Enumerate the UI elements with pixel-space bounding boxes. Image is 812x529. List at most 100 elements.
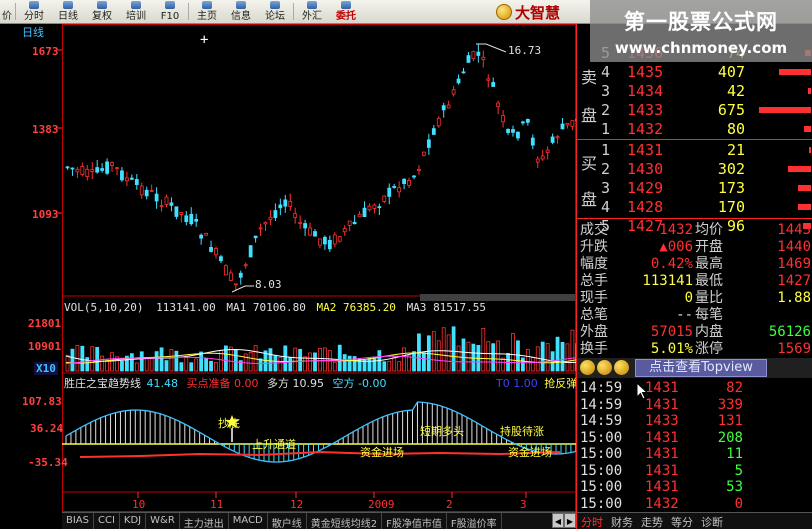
order-volume: 675 [717,101,745,119]
tick-row[interactable]: 15:00 1431 11 [577,446,812,463]
toolbar-button[interactable]: F10 [153,0,187,24]
toolbar-button[interactable]: 日线 [51,0,85,24]
period-label[interactable]: 日线 [22,26,44,39]
indicator-tab[interactable]: MACD [229,513,268,529]
tick-price: 1431 [645,429,679,446]
indicator-tab[interactable]: 黄金短线均线2 [307,513,383,529]
order-book-row[interactable]: 3 1429 173 [577,179,812,198]
x-tick-label: 11 [210,498,224,511]
tick-price: 1431 [645,396,679,413]
volume-bar [540,341,545,372]
order-book-row[interactable]: 3 1434 42 [577,82,812,101]
volume-value: 113141.00 [156,301,216,314]
topview-button[interactable]: 点击查看Topview [635,359,767,377]
order-book-row[interactable]: 2 1430 302 [577,160,812,179]
candle-body [253,235,258,239]
order-price: 1432 [627,120,664,138]
candle-body [65,166,70,169]
volume-bar [436,340,441,372]
order-book-row[interactable]: 1 1432 80 [577,120,812,139]
volume-name: VOL(5,10,20) [64,301,144,314]
tick-row[interactable]: 15:00 1431 5 [577,463,812,480]
candle-body [352,221,357,225]
toolbar-button[interactable]: 论坛 [258,0,292,24]
tab-scroll-left-icon[interactable]: ◀ [552,513,564,528]
tick-row[interactable]: 14:59 1431 339 [577,397,812,414]
toolbar-button[interactable]: 分时 [17,0,51,24]
stat-row: 幅度 0.42% 最高 1469 [577,256,812,272]
order-book-row[interactable]: 4 1428 170 [577,198,812,217]
candle-body [283,199,288,207]
candle-body [417,168,421,171]
toolbar-button[interactable]: 复权 [85,0,119,24]
circle-button-icon[interactable] [580,360,595,375]
t0-label: T0 [496,377,510,390]
tick-row[interactable]: 14:59 1431 82 [577,380,812,397]
watermark-url: www.chnmoney.com [614,39,788,57]
long-value: 10.95 [292,377,325,390]
ma3-label: MA3 [406,301,427,314]
quote-tab[interactable]: 分时 [577,513,607,529]
indicator-tab[interactable]: W&R [146,513,180,529]
quote-tab[interactable]: 诊断 [697,513,727,529]
volume-bar [407,355,411,372]
circle-button-icon[interactable] [597,360,612,375]
tick-volume: 131 [717,413,743,429]
buy-signal-label: 买点准备 [186,377,231,390]
volume-bar [194,358,199,372]
volume-bar [496,340,501,372]
quote-tab[interactable]: 财务 [607,513,637,529]
candle-body [570,120,575,127]
annotation-label: 短期多头 [420,425,464,438]
candle-body [332,234,337,245]
indicator-tab[interactable]: F股净值市值 [382,513,447,529]
volume-bar [441,327,446,372]
toolbar-first-label: 价 [2,11,12,22]
quote-tab[interactable]: 等分 [667,513,697,529]
volume-bar [154,351,159,372]
indicator-tab[interactable]: 主力进出 [180,513,229,529]
toolbar-button[interactable]: 主页 [190,0,224,24]
volume-bar [322,347,327,372]
scroll-bar[interactable] [420,294,576,301]
circle-button-icon[interactable] [614,360,629,375]
order-price: 1435 [627,63,664,81]
indicator-tab[interactable]: F股溢价率 [447,513,502,529]
toolbar-button[interactable]: 信息 [224,0,258,24]
stat-key: 现手 [580,290,608,306]
order-book-row[interactable]: 4 1435 407 [577,63,812,82]
toolbar-button[interactable]: 培训 [119,0,153,24]
indicator-tab[interactable]: 散户线 [268,513,307,529]
tick-row[interactable]: 15:00 1431 53 [577,479,812,496]
chart-area[interactable]: + 日线 1673 1383 1093 16.73 8.03 VOL(5,10,… [0,24,577,529]
toolbar-button[interactable]: 委托 [329,0,363,24]
order-volume: 170 [717,198,745,216]
tick-row[interactable]: 14:59 1433 131 [577,413,812,430]
indicator-tab[interactable]: CCI [94,513,120,529]
chart-frame [62,24,576,512]
volume-bar [362,359,367,372]
tab-scroll-right-icon[interactable]: ▶ [564,513,576,528]
order-book-row[interactable]: 2 1433 675 [577,101,812,120]
forex-icon [307,1,317,9]
indicator-tab[interactable]: BIAS [62,513,94,529]
tick-row[interactable]: 15:00 1431 208 [577,430,812,447]
toolbar-buttons: 分时 日线 复权 培训 F10 主页 信息 论坛 外汇 委托 [17,0,363,23]
annotation-label: 持股待涨 [500,425,544,438]
toolbar-button[interactable]: 外汇 [295,0,329,24]
stat-value: 1.88 [777,290,811,306]
tick-price: 1431 [645,479,679,495]
stat-key: 开盘 [695,239,723,255]
order-book-row[interactable]: 1 1431 21 [577,141,812,160]
stat-value: 1569 [777,341,811,357]
indicator-value: 41.48 [146,377,179,390]
toolbar-first-button[interactable]: 价 [0,0,14,24]
quote-tab[interactable]: 走势 [637,513,667,529]
volume-bar [100,355,105,372]
stats-divider [577,218,812,219]
stat-key: 每笔 [695,307,723,323]
tick-row[interactable]: 15:00 1432 0 [577,496,812,513]
volume-bar [204,358,209,372]
indicator-header: 胜庄之宝趋势线 41.48 买点准备 0.00 多方 10.95 空方 -0.0… [64,377,386,390]
indicator-tab[interactable]: KDJ [120,513,147,529]
